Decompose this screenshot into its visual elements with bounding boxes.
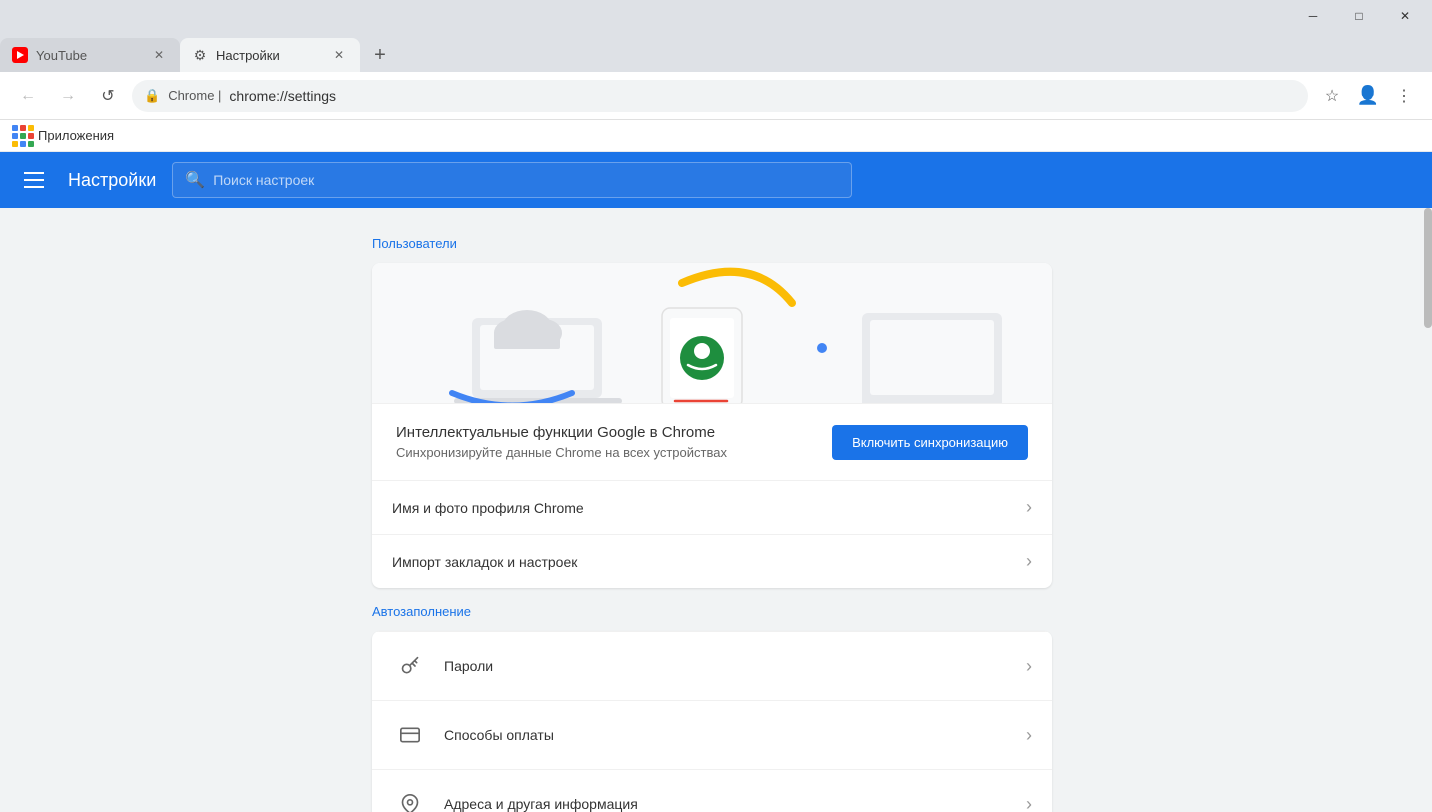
lock-icon: 🔒	[144, 88, 160, 104]
addresses-label: Адреса и другая информация	[444, 796, 1026, 812]
import-list-item[interactable]: Импорт закладок и настроек ›	[372, 534, 1052, 588]
address-bar-row: ← → ↺ 🔒 Chrome | ☆ 👤 ⋮	[0, 72, 1432, 120]
settings-favicon-icon: ⚙	[192, 47, 208, 63]
maximize-button[interactable]: □	[1336, 0, 1382, 32]
settings-search-bar[interactable]: 🔍	[172, 162, 852, 198]
address-bar[interactable]: 🔒 Chrome |	[132, 80, 1308, 112]
sync-subtext: Синхронизируйте данные Chrome на всех ус…	[396, 445, 727, 460]
tab-settings-label: Настройки	[216, 48, 280, 63]
menu-icon[interactable]: ⋮	[1388, 80, 1420, 112]
close-button[interactable]: ✕	[1382, 0, 1428, 32]
title-bar: ─ □ ✕	[0, 0, 1432, 32]
autofill-card: Пароли › Способы оплаты ›	[372, 631, 1052, 812]
tab-bar: YouTube ✕ ⚙ Настройки ✕ +	[0, 32, 1432, 72]
forward-button[interactable]: →	[52, 80, 84, 112]
sync-svg-illustration	[372, 263, 1052, 403]
youtube-favicon-icon	[12, 47, 28, 63]
autofill-section-title: Автозаполнение	[372, 604, 1052, 619]
sync-headline: Интеллектуальные функции Google в Chrome	[396, 424, 727, 441]
bookmarks-bar: Приложения	[0, 120, 1432, 152]
hamburger-line-1	[24, 172, 44, 174]
back-button[interactable]: ←	[12, 80, 44, 112]
settings-page-title: Настройки	[68, 170, 156, 191]
payments-list-item[interactable]: Способы оплаты ›	[372, 700, 1052, 769]
tab-settings[interactable]: ⚙ Настройки ✕	[180, 38, 360, 72]
minimize-button[interactable]: ─	[1290, 0, 1336, 32]
tab-youtube-close-icon[interactable]: ✕	[150, 46, 168, 64]
apps-label[interactable]: Приложения	[38, 128, 114, 143]
sync-text: Интеллектуальные функции Google в Chrome…	[396, 424, 727, 460]
key-icon	[392, 648, 428, 684]
tab-settings-close-icon[interactable]: ✕	[330, 46, 348, 64]
payments-label: Способы оплаты	[444, 727, 1026, 743]
passwords-list-item[interactable]: Пароли ›	[372, 631, 1052, 700]
passwords-label: Пароли	[444, 658, 1026, 674]
enable-sync-button[interactable]: Включить синхронизацию	[832, 425, 1028, 460]
addresses-chevron-icon: ›	[1026, 794, 1032, 812]
scrollbar-thumb[interactable]	[1424, 208, 1432, 328]
import-label: Импорт закладок и настроек	[392, 554, 1026, 570]
sync-card: Интеллектуальные функции Google в Chrome…	[372, 263, 1052, 588]
hamburger-line-3	[24, 186, 44, 188]
location-icon	[392, 786, 428, 812]
passwords-chevron-icon: ›	[1026, 656, 1032, 677]
new-tab-button[interactable]: +	[364, 41, 396, 69]
settings-header: Настройки 🔍	[0, 152, 1432, 208]
card-icon	[392, 717, 428, 753]
apps-grid-icon[interactable]	[12, 125, 34, 147]
settings-main: Пользователи	[0, 208, 1432, 812]
users-section-title: Пользователи	[372, 236, 1052, 251]
hamburger-line-2	[24, 179, 44, 181]
settings-content: Пользователи	[0, 208, 1424, 812]
sync-illustration-banner	[372, 263, 1052, 403]
import-chevron-icon: ›	[1026, 551, 1032, 572]
hamburger-menu-button[interactable]	[16, 162, 52, 198]
url-scheme: Chrome |	[168, 88, 221, 103]
profile-list-item[interactable]: Имя и фото профиля Chrome ›	[372, 480, 1052, 534]
window-controls: ─ □ ✕	[1290, 0, 1428, 32]
profile-label: Имя и фото профиля Chrome	[392, 500, 1026, 516]
settings-search-input[interactable]	[213, 172, 839, 188]
payments-chevron-icon: ›	[1026, 725, 1032, 746]
reload-button[interactable]: ↺	[92, 80, 124, 112]
addresses-list-item[interactable]: Адреса и другая информация ›	[372, 769, 1052, 812]
scrollbar-track[interactable]	[1424, 208, 1432, 812]
search-icon: 🔍	[185, 170, 205, 190]
url-input[interactable]	[229, 88, 1296, 104]
content-inner: Пользователи	[352, 236, 1072, 812]
address-right-icons: ☆ 👤 ⋮	[1316, 80, 1420, 112]
sync-info-row: Интеллектуальные функции Google в Chrome…	[372, 403, 1052, 480]
tab-youtube[interactable]: YouTube ✕	[0, 38, 180, 72]
tab-youtube-label: YouTube	[36, 48, 87, 63]
profile-chevron-icon: ›	[1026, 497, 1032, 518]
bookmark-icon[interactable]: ☆	[1316, 80, 1348, 112]
account-icon[interactable]: 👤	[1352, 80, 1384, 112]
